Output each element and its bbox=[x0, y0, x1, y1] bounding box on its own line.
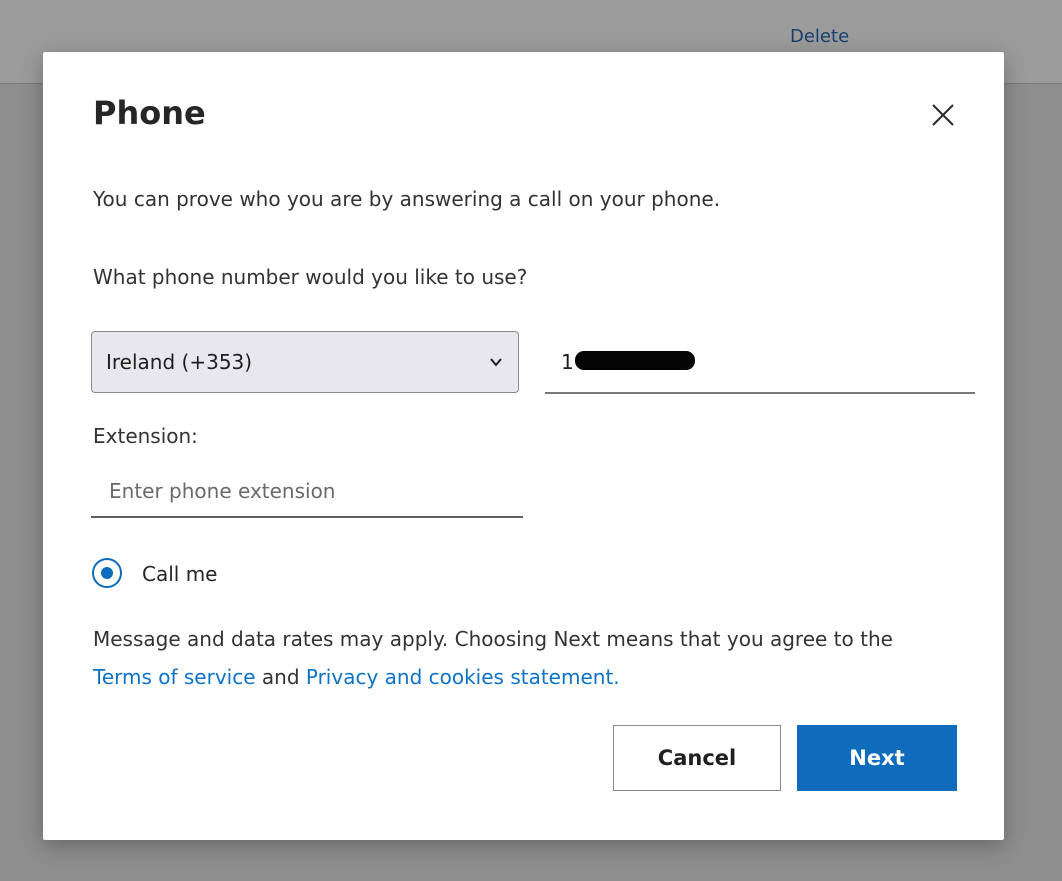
next-button[interactable]: Next bbox=[797, 725, 957, 791]
privacy-statement-link[interactable]: Privacy and cookies statement. bbox=[306, 665, 620, 689]
redaction-mark bbox=[575, 351, 695, 370]
dialog-title: Phone bbox=[93, 94, 206, 132]
background-delete-link[interactable]: Delete bbox=[790, 26, 849, 47]
terms-of-service-link[interactable]: Terms of service bbox=[93, 665, 256, 689]
radio-selected-dot bbox=[101, 567, 113, 579]
phone-question: What phone number would you like to use? bbox=[93, 265, 528, 289]
intro-text: You can prove who you are by answering a… bbox=[93, 187, 721, 211]
extension-input[interactable] bbox=[91, 465, 523, 518]
call-me-radio[interactable] bbox=[92, 558, 122, 588]
cancel-button[interactable]: Cancel bbox=[613, 725, 781, 791]
country-code-select[interactable]: Ireland (+353) bbox=[91, 331, 519, 393]
chevron-down-icon bbox=[490, 358, 502, 367]
call-me-label: Call me bbox=[142, 562, 218, 586]
disclaimer-text: Message and data rates may apply. Choosi… bbox=[93, 620, 943, 696]
close-button[interactable] bbox=[926, 98, 960, 132]
phone-dialog: Phone You can prove who you are by answe… bbox=[43, 52, 1004, 840]
phone-number-value: 1 bbox=[561, 350, 574, 374]
country-code-value: Ireland (+353) bbox=[106, 350, 253, 374]
disclaimer-text-middle: and bbox=[255, 665, 306, 689]
close-icon bbox=[932, 104, 954, 126]
phone-number-input[interactable]: 1 bbox=[545, 332, 975, 394]
extension-label: Extension: bbox=[93, 424, 198, 448]
disclaimer-text-start: Message and data rates may apply. Choosi… bbox=[93, 627, 893, 651]
